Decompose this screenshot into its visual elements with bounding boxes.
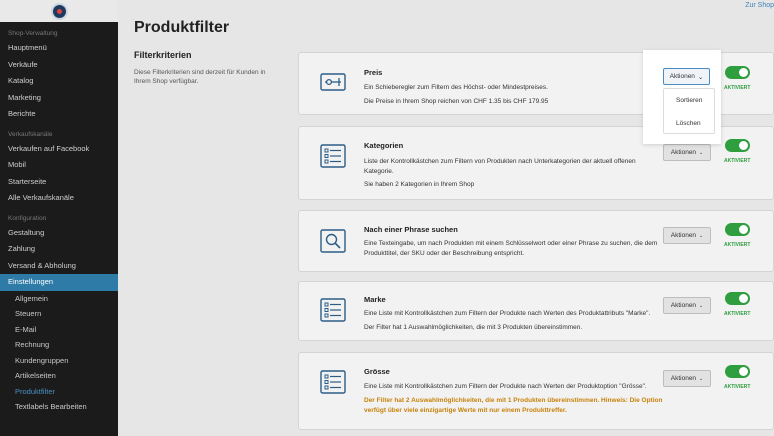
chevron-down-icon: ⌄ xyxy=(699,375,704,382)
sidebar-subitem-artikelseiten[interactable]: Artikelseiten xyxy=(0,368,118,384)
filter-description: Eine Liste mit Kontrollkästchen zum Filt… xyxy=(364,310,651,317)
criteria-description: Diese Filterkriterien sind derzeit für K… xyxy=(134,69,266,85)
sidebar-item-gestaltung[interactable]: Gestaltung xyxy=(0,225,118,242)
sidebar-item-einstellungen[interactable]: Einstellungen xyxy=(0,274,118,291)
filter-card-grosse: Grösse Eine Liste mit Kontrollkästchen z… xyxy=(298,352,774,430)
filter-toggle-preis[interactable] xyxy=(725,66,750,79)
filter-title: Nach einer Phrase suchen xyxy=(364,225,458,234)
sidebar-item-verkaufe[interactable]: Verkäufe xyxy=(0,57,118,74)
sidebar-item-alle-kanale[interactable]: Alle Verkaufskanäle xyxy=(0,190,118,207)
checklist-icon xyxy=(319,369,347,395)
toggle-label: AKTIVIERT xyxy=(724,384,751,390)
sidebar-item-facebook[interactable]: Verkaufen auf Facebook xyxy=(0,141,118,158)
sidebar-section-header: Shop-Verwaltung xyxy=(8,30,58,37)
filter-card-marke: Marke Eine Liste mit Kontrollkästchen zu… xyxy=(298,281,774,341)
actions-button-phrase[interactable]: Aktionen ⌄ xyxy=(663,227,711,244)
filter-toggle-grosse[interactable] xyxy=(725,365,750,378)
chevron-down-icon: ⌄ xyxy=(697,73,704,81)
actions-dropdown-panel: Aktionen ⌄ Sortieren Löschen xyxy=(643,50,721,144)
page-title: Produktfilter xyxy=(134,19,230,36)
filter-detail: Die Preise in Ihrem Shop reichen von CHF… xyxy=(364,98,549,105)
filter-title: Grösse xyxy=(364,367,390,376)
chevron-down-icon: ⌄ xyxy=(699,302,704,309)
price-slider-icon xyxy=(319,69,347,95)
actions-button-grosse[interactable]: Aktionen ⌄ xyxy=(663,370,711,387)
sidebar-subitem-steuern[interactable]: Steuern xyxy=(0,306,118,322)
checklist-icon xyxy=(319,297,347,323)
filter-description: Eine Liste mit Kontrollkästchen zum Filt… xyxy=(364,383,647,390)
sidebar-item-zahlung[interactable]: Zahlung xyxy=(0,241,118,258)
menu-item-sortieren[interactable]: Sortieren xyxy=(676,97,702,104)
sidebar-subitem-kundengruppen[interactable]: Kundengruppen xyxy=(0,353,118,369)
criteria-title: Filterkriterien xyxy=(134,50,192,60)
filter-title: Marke xyxy=(364,295,386,304)
sidebar-item-mobil[interactable]: Mobil xyxy=(0,157,118,174)
actions-label: Aktionen xyxy=(670,149,697,156)
toggle-label: AKTIVIERT xyxy=(724,158,751,164)
actions-label: Aktionen xyxy=(670,375,697,382)
filter-detail: Sie haben 2 Kategorien in Ihrem Shop xyxy=(364,181,475,188)
main-content: Zur Shop Produktfilter Filterkriterien D… xyxy=(118,0,774,436)
actions-label: Aktionen xyxy=(670,232,697,239)
menu-item-loschen[interactable]: Löschen xyxy=(676,120,701,127)
toggle-label: AKTIVIERT xyxy=(724,311,751,317)
sidebar-subitem-produktfilter[interactable]: Produktfilter xyxy=(0,384,118,400)
actions-button-marke[interactable]: Aktionen ⌄ xyxy=(663,297,711,314)
filter-toggle-marke[interactable] xyxy=(725,292,750,305)
filter-description: Liste der Kontrollkästchen zum Filtern v… xyxy=(364,158,636,175)
toggle-label: AKTIVIERT xyxy=(724,242,751,248)
sidebar-item-versand[interactable]: Versand & Abholung xyxy=(0,258,118,275)
filter-card-phrase: Nach einer Phrase suchen Eine Texteingab… xyxy=(298,210,774,272)
sidebar-item-starterseite[interactable]: Starterseite xyxy=(0,174,118,191)
actions-button-preis[interactable]: Aktionen ⌄ xyxy=(663,68,710,85)
filter-toggle-phrase[interactable] xyxy=(725,223,750,236)
actions-menu: Sortieren Löschen xyxy=(663,88,715,134)
sidebar-section-header: Verkaufskanäle xyxy=(8,130,53,138)
filter-detail: Der Filter hat 1 Auswahlmöglichkeiten, d… xyxy=(364,324,583,331)
checklist-icon xyxy=(319,143,347,169)
search-icon xyxy=(319,228,347,254)
toggle-label: AKTIVIERT xyxy=(724,85,751,91)
filter-warning-note: Der Filter hat 2 Auswahlmöglichkeiten, d… xyxy=(364,397,663,414)
logo-bar xyxy=(0,0,118,22)
actions-label: Aktionen xyxy=(669,73,695,80)
sidebar-item-marketing[interactable]: Marketing xyxy=(0,90,118,107)
sidebar-item-hauptmenu[interactable]: Hauptmenü xyxy=(0,40,118,57)
chevron-down-icon: ⌄ xyxy=(699,149,704,156)
chevron-down-icon: ⌄ xyxy=(699,232,704,239)
filter-description: Ein Schieberegler zum Filtern des Höchst… xyxy=(364,84,548,91)
sidebar-subitem-allgemein[interactable]: Allgemein xyxy=(0,291,118,307)
sidebar-item-katalog[interactable]: Katalog xyxy=(0,73,118,90)
sidebar-subitem-email[interactable]: E-Mail xyxy=(0,322,118,338)
filter-title: Kategorien xyxy=(364,141,404,150)
sidebar-section-header: Konfiguration xyxy=(8,214,47,222)
filter-description: Eine Texteingabe, um nach Produkten mit … xyxy=(364,240,658,257)
filter-toggle-kategorien[interactable] xyxy=(725,139,750,152)
sidebar-item-berichte[interactable]: Berichte xyxy=(0,106,118,123)
shop-logo[interactable] xyxy=(50,2,68,20)
actions-button-kategorien[interactable]: Aktionen ⌄ xyxy=(663,144,711,161)
sidebar: Shop-Verwaltung Hauptmenü Verkäufe Katal… xyxy=(0,0,118,436)
actions-label: Aktionen xyxy=(670,302,697,309)
to-shop-link[interactable]: Zur Shop xyxy=(745,2,774,9)
filter-title: Preis xyxy=(364,68,383,77)
sidebar-subitem-textlabels[interactable]: Textlabels Bearbeiten xyxy=(0,399,118,415)
sidebar-subitem-rechnung[interactable]: Rechnung xyxy=(0,337,118,353)
